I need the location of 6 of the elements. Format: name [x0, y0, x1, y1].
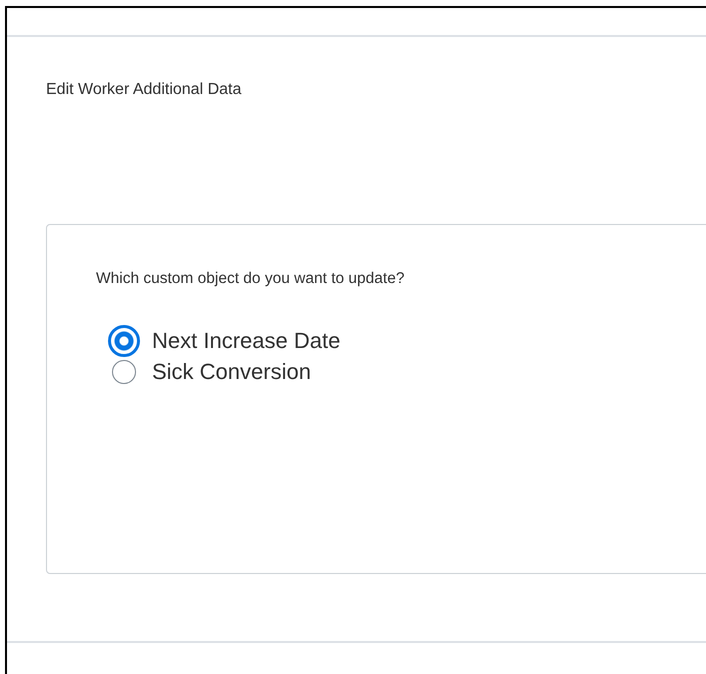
option-label[interactable]: Sick Conversion [152, 358, 311, 384]
page-title: Edit Worker Additional Data [46, 80, 242, 100]
radio-button[interactable] [108, 324, 140, 356]
option-label[interactable]: Next Increase Date [152, 328, 340, 354]
radio-button[interactable] [112, 360, 136, 384]
question-prompt: Which custom object do you want to update? [96, 269, 406, 289]
